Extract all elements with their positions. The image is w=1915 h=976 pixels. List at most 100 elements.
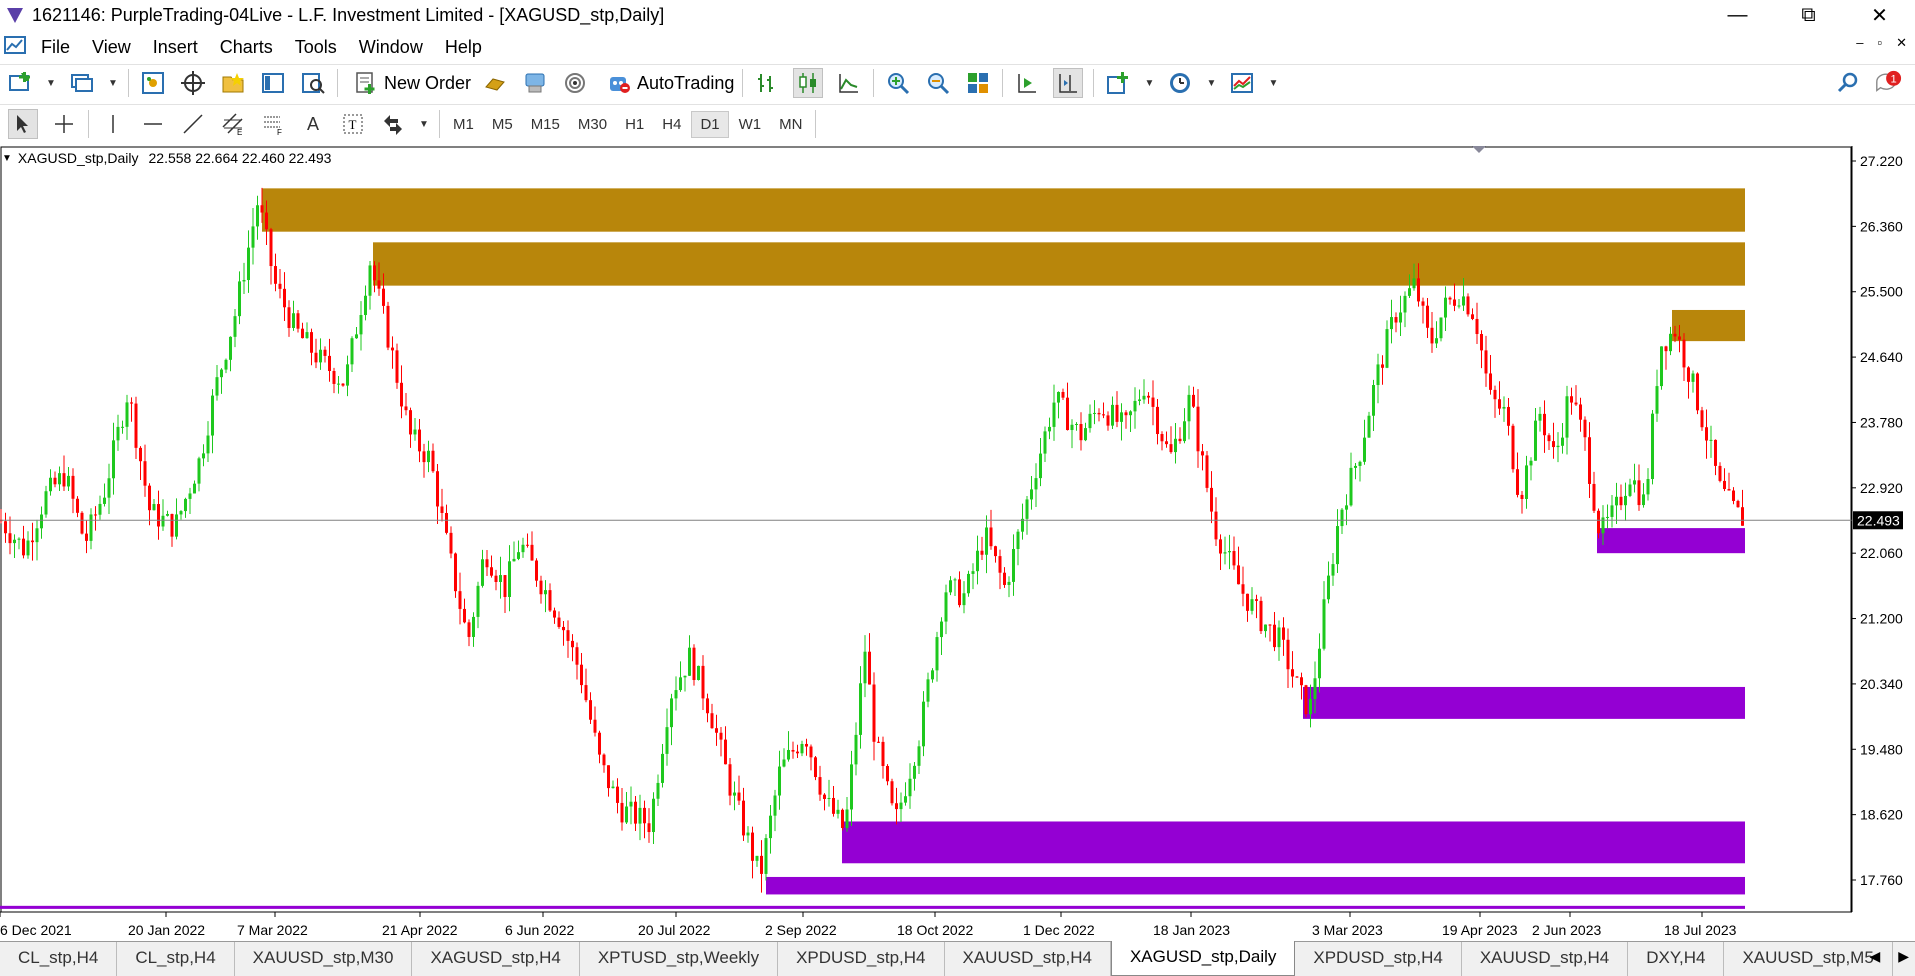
candle-body — [1651, 413, 1654, 480]
timeframe-m30[interactable]: M30 — [570, 112, 615, 137]
line-chart-icon[interactable] — [835, 69, 863, 97]
dropdown-arrow-icon[interactable]: ▼ — [46, 69, 56, 97]
arrows-icon[interactable] — [379, 110, 407, 138]
candle-body — [1664, 346, 1668, 352]
chart-tab[interactable]: XAUUSD_stp,H4 — [1462, 942, 1629, 976]
candle-body — [427, 450, 430, 463]
candle-body — [1003, 572, 1006, 585]
market-watch-icon[interactable] — [139, 69, 167, 97]
zoom-out-icon[interactable] — [924, 69, 952, 97]
market-news-icon[interactable] — [521, 69, 549, 97]
fibonacci-icon[interactable]: F — [259, 110, 287, 138]
candle-body — [598, 732, 601, 755]
equidistant-channel-icon[interactable]: E — [219, 110, 247, 138]
chart-tab-active[interactable]: XAGUSD_stp,Daily — [1110, 941, 1296, 976]
chart-tab[interactable]: XAUUSD_stp,H4 — [945, 942, 1111, 976]
candle-body — [679, 677, 682, 691]
chart-tab[interactable]: XPDUSD_stp,H4 — [1295, 942, 1462, 976]
price-chart[interactable]: 27.220 26.360 25.500 24.640 23.780 22.920 22.0… — [0, 144, 1915, 944]
chart-tab[interactable]: XAUUSD_stp,M30 — [235, 942, 413, 976]
horizontal-line-icon[interactable] — [139, 110, 167, 138]
candle-body — [737, 792, 741, 801]
dropdown-arrow-icon[interactable]: ▼ — [419, 110, 429, 138]
chart-tab[interactable]: CL_stp,H4 — [0, 942, 118, 976]
tile-windows-icon[interactable] — [964, 69, 992, 97]
candle-body — [1588, 437, 1591, 484]
close-button[interactable]: ✕ — [1844, 0, 1915, 30]
dropdown-arrow-icon[interactable]: ▼ — [1206, 69, 1216, 97]
strategy-tester-icon[interactable] — [299, 69, 327, 97]
chart-tab[interactable]: XAGUSD_stp,H4 — [412, 942, 580, 976]
timeframe-d1[interactable]: D1 — [691, 110, 729, 138]
candle-body — [859, 683, 862, 735]
text-label-icon[interactable]: T — [339, 110, 367, 138]
terminal-icon[interactable] — [259, 69, 287, 97]
candle-body — [152, 504, 156, 511]
timeframe-mn[interactable]: MN — [771, 112, 810, 137]
tab-scroll-left-icon[interactable]: ◀ — [1869, 948, 1880, 965]
candle-body — [1705, 427, 1708, 441]
chart-window-icon[interactable] — [2, 33, 30, 61]
candle-body — [301, 328, 304, 339]
child-close-button[interactable]: ✕ — [1896, 35, 1907, 51]
chart-tab-bar: CL_stp,H4 CL_stp,H4 XAUUSD_stp,M30 XAGUS… — [0, 941, 1915, 976]
navigator-icon[interactable] — [219, 69, 247, 97]
menu-window[interactable]: Window — [348, 37, 434, 58]
timeframe-h4[interactable]: H4 — [654, 112, 689, 137]
candlesticks-icon[interactable] — [793, 68, 824, 98]
child-minimize-button[interactable]: – — [1856, 35, 1863, 51]
cursor-icon[interactable] — [8, 109, 38, 139]
chart-tab[interactable]: XPDUSD_stp,H4 — [778, 942, 945, 976]
menu-tools[interactable]: Tools — [284, 37, 348, 58]
menu-insert[interactable]: Insert — [142, 37, 209, 58]
new-order-button[interactable]: New Order — [346, 69, 471, 97]
restore-button[interactable]: ⧉ — [1773, 0, 1844, 30]
crosshair-tool-icon[interactable] — [50, 110, 78, 138]
candle-body — [395, 350, 399, 383]
dropdown-arrow-icon[interactable]: ▼ — [1268, 69, 1278, 97]
templates-icon[interactable] — [1228, 69, 1256, 97]
candle-body — [1327, 575, 1330, 600]
candle-body — [1174, 438, 1177, 453]
candle-body — [400, 382, 403, 407]
crosshair-icon[interactable] — [179, 69, 207, 97]
minimize-button[interactable]: — — [1702, 0, 1773, 30]
vertical-line-icon[interactable] — [99, 110, 127, 138]
timeframe-m15[interactable]: M15 — [523, 112, 568, 137]
autotrading-button[interactable]: AutoTrading — [599, 69, 734, 97]
zoom-in-icon[interactable] — [884, 69, 912, 97]
chart-tab[interactable]: CL_stp,H4 — [117, 942, 235, 976]
new-chart-icon[interactable] — [6, 69, 34, 97]
trendline-icon[interactable] — [179, 110, 207, 138]
auto-scroll-icon[interactable] — [1013, 69, 1041, 97]
child-restore-button[interactable]: ▫ — [1877, 35, 1882, 51]
gold-bars-icon[interactable] — [481, 69, 509, 97]
candle-body — [1678, 336, 1681, 340]
chart-tab[interactable]: DXY,H4 — [1628, 942, 1725, 976]
bar-chart-icon[interactable] — [753, 69, 781, 97]
candle-body — [980, 550, 984, 555]
timeframe-m1[interactable]: M1 — [445, 112, 482, 137]
timeframe-h1[interactable]: H1 — [617, 112, 652, 137]
notifications-icon[interactable]: 1 — [1874, 69, 1902, 97]
timeframe-w1[interactable]: W1 — [731, 112, 770, 137]
dropdown-arrow-icon[interactable]: ▼ — [108, 69, 118, 97]
zone-demand — [0, 905, 1745, 909]
tab-scroll-right-icon[interactable]: ▶ — [1898, 948, 1909, 965]
chart-shift-icon[interactable] — [1053, 68, 1084, 98]
periods-clock-icon[interactable] — [1166, 69, 1194, 97]
collapse-triangle-icon[interactable]: ▼ — [2, 153, 12, 164]
menu-charts[interactable]: Charts — [209, 37, 284, 58]
search-icon[interactable] — [1834, 69, 1862, 97]
chart-tab[interactable]: XAUUSD_stp,M5 — [1724, 942, 1893, 976]
profiles-icon[interactable] — [68, 69, 96, 97]
text-tool-icon[interactable]: A — [299, 110, 327, 138]
menu-file[interactable]: File — [30, 37, 81, 58]
signals-icon[interactable] — [561, 69, 589, 97]
timeframe-m5[interactable]: M5 — [484, 112, 521, 137]
menu-help[interactable]: Help — [434, 37, 493, 58]
chart-tab[interactable]: XPTUSD_stp,Weekly — [580, 942, 779, 976]
dropdown-arrow-icon[interactable]: ▼ — [1144, 69, 1154, 97]
indicators-icon[interactable] — [1104, 69, 1132, 97]
menu-view[interactable]: View — [81, 37, 142, 58]
